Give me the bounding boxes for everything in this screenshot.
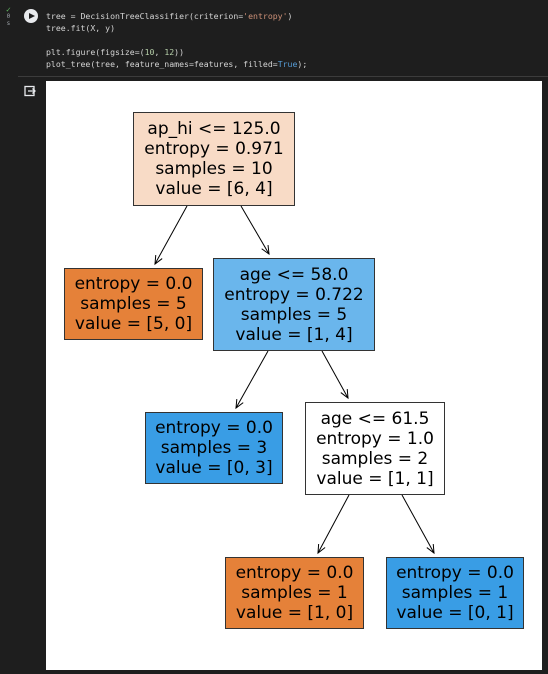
tree-edge [235,350,269,409]
edge-arrowhead [261,244,270,256]
node-line: entropy = 1.0 [316,428,434,449]
code-token: plt.figure(figsize=( [46,47,145,57]
edge-arrowhead [154,254,163,266]
tree-edge [154,205,188,265]
tree-edge [401,494,435,554]
code-token: tree.fit(X, y) [46,23,116,33]
node-line: samples = 1 [241,583,348,603]
code-token: plot_tree(tree, feature_names=features, … [46,59,278,69]
node-line: samples = 10 [155,159,273,179]
node-line: value = [6, 4] [155,179,273,199]
node-line: entropy = 0.0 [155,418,273,438]
code-line: tree.fit(X, y) [46,22,542,34]
code-token: 'entropy' [243,11,288,21]
code-token: , [154,47,165,57]
code-token: tree = DecisionTreeClassifier(criterion= [46,11,244,21]
code-token: ); [297,59,308,69]
node-line: value = [0, 3] [155,458,273,478]
execution-count: 0 [6,13,11,20]
code-token: True [277,59,298,69]
plot-output: ap_hi <= 125.0 entropy = 0.971 samples = 1… [46,81,542,670]
execution-time: s [6,20,11,27]
tree-node-root: ap_hi <= 125.0 entropy = 0.971 samples = 1… [133,112,295,206]
node-line: samples = 5 [240,304,348,325]
tree-node-n2: age <= 58.0 entropy = 0.722 samples = 5 val… [213,258,375,351]
code-line: tree = DecisionTreeClassifier(criterion=… [46,10,542,22]
code-token: 10 [144,47,155,57]
node-line: entropy = 0.0 [235,563,354,583]
node-line: value = [1, 4] [235,324,353,345]
node-line: entropy = 0.0 [74,274,193,294]
tree-node-n6: entropy = 0.0 samples = 1 value = [0, 1] [386,557,524,629]
edge-arrowhead [340,388,349,400]
code-line: plot_tree(tree, feature_names=features, … [46,58,542,70]
run-cell-button[interactable] [24,9,38,23]
node-line: value = [1, 0] [235,603,354,623]
tree-node-n5: entropy = 0.0 samples = 1 value = [1, 0] [225,557,364,629]
node-line: samples = 2 [321,448,429,469]
node-line: value = [0, 1] [396,603,514,623]
tree-node-n1: entropy = 0.0 samples = 5 value = [5, 0] [64,268,203,340]
execution-status: ✓ 0 s [6,5,11,28]
code-token: )) [174,47,185,57]
node-line: age <= 61.5 [320,408,430,429]
output-options-icon[interactable] [24,82,36,97]
check-icon: ✓ [6,5,11,14]
tree-edge [321,350,349,399]
code-editor[interactable]: tree = DecisionTreeClassifier(criterion=… [46,10,542,70]
node-line: value = [5, 0] [74,314,193,334]
code-token: 12 [164,47,175,57]
code-token: ) [287,11,293,21]
tree-node-n3: entropy = 0.0 samples = 3 value = [0, 3] [145,412,283,484]
node-line: entropy = 0.0 [396,563,514,583]
node-line: samples = 1 [401,583,509,603]
tree-node-n4: age <= 61.5 entropy = 1.0 samples = 2 value… [305,402,445,495]
cell-divider [18,76,548,77]
cell-gutter: ✓ 0 s [0,0,18,76]
node-line: samples = 5 [80,294,187,314]
node-line: value = [1, 1] [316,468,434,489]
node-line: age <= 58.0 [239,264,349,285]
node-line: ap_hi <= 125.0 [147,119,281,139]
node-line: samples = 3 [160,438,268,458]
tree-edge [240,205,270,255]
tree-edge [317,494,350,554]
code-line: plt.figure(figsize=(10, 12)) [46,46,542,58]
edge-arrowhead [426,543,435,555]
edge-arrowhead [235,398,244,410]
code-cell[interactable]: ✓ 0 s tree = DecisionTreeClassifier(crit… [0,0,548,76]
node-line: entropy = 0.971 [144,139,284,159]
node-line: entropy = 0.722 [224,284,364,305]
